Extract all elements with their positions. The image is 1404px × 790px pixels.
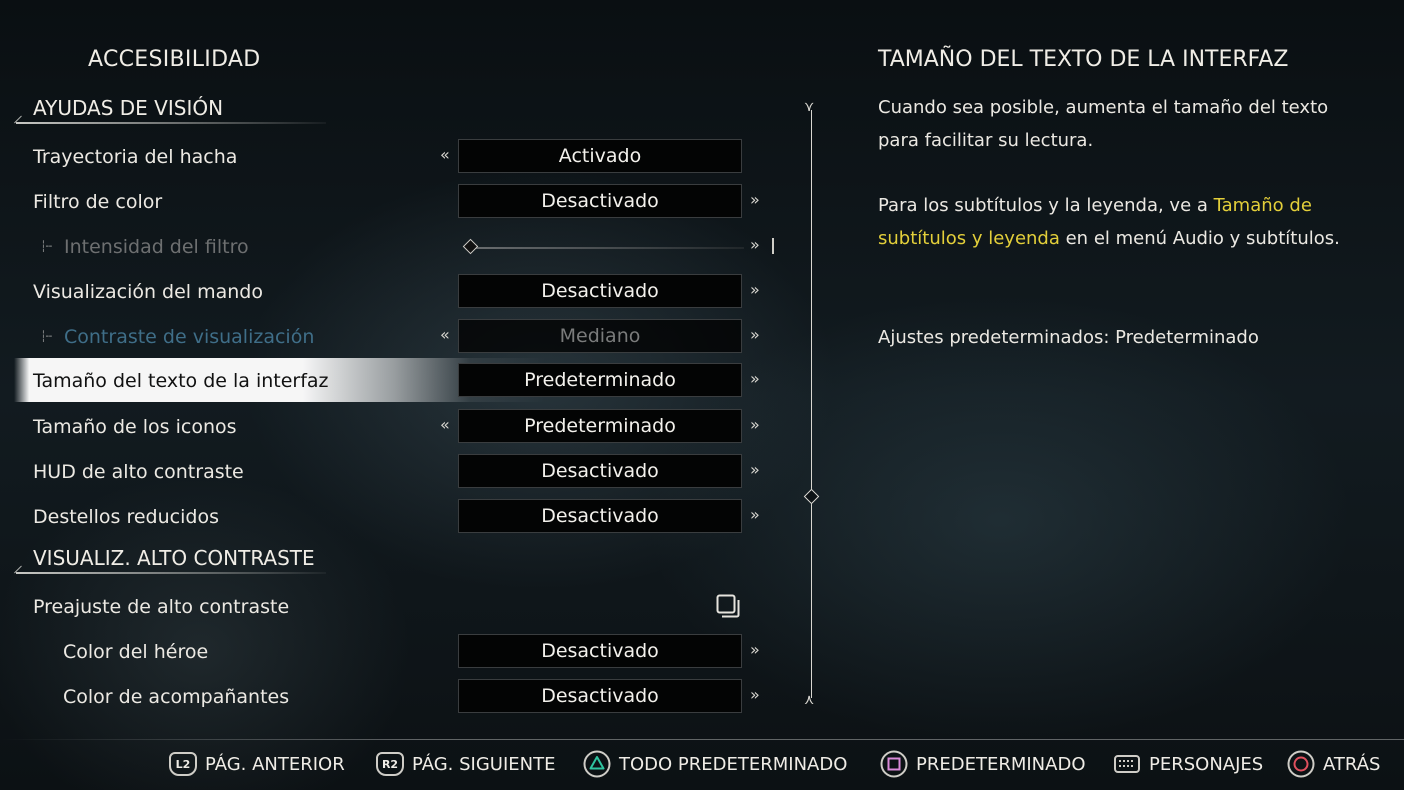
- description-text: Para los subtítulos y la leyenda, ve a: [878, 195, 1214, 216]
- arrow-left-icon[interactable]: «: [440, 415, 450, 434]
- slider-track[interactable]: [472, 247, 744, 249]
- setting-value: Predeterminado: [458, 363, 742, 397]
- description-title: TAMAÑO DEL TEXTO DE LA INTERFAZ: [878, 47, 1289, 72]
- hint-prev-page[interactable]: L2 PÁG. ANTERIOR: [169, 750, 345, 778]
- setting-value: Mediano: [458, 319, 742, 353]
- setting-value: Desactivado: [458, 184, 742, 218]
- page-title: ACCESIBILIDAD: [88, 47, 261, 72]
- slider-max-marker: [772, 238, 774, 254]
- scrollbar-thumb[interactable]: [803, 488, 820, 505]
- section-divider: [16, 572, 326, 574]
- section-header-high-contrast: VISUALIZ. ALTO CONTRASTE: [33, 546, 315, 570]
- arrow-left-icon[interactable]: «: [440, 325, 450, 344]
- setting-value: Desactivado: [458, 634, 742, 668]
- scrollbar-bottom-cap: ⋏: [804, 692, 815, 708]
- setting-color-filter[interactable]: Filtro de color Desactivado »: [0, 181, 790, 225]
- setting-value: Desactivado: [458, 679, 742, 713]
- scrollbar-track[interactable]: [811, 110, 812, 698]
- arrow-right-icon[interactable]: »: [750, 460, 760, 479]
- description-text: en el menú Audio y subtítulos.: [1059, 227, 1340, 249]
- setting-label: Trayectoria del hacha: [33, 146, 238, 168]
- circle-icon: [1287, 750, 1315, 778]
- setting-label: Tamaño de los iconos: [33, 416, 237, 438]
- setting-controller-display[interactable]: Visualización del mando Desactivado »: [0, 271, 790, 315]
- touchpad-icon: [1114, 755, 1140, 773]
- hint-label: PÁG. SIGUIENTE: [412, 753, 556, 775]
- arrow-right-icon[interactable]: »: [750, 640, 760, 659]
- description-paragraph: Para los subtítulos y la leyenda, ve a T…: [878, 190, 1348, 255]
- triangle-icon: [583, 750, 611, 778]
- sub-item-icon: ┆╌: [40, 330, 52, 343]
- setting-high-contrast-hud[interactable]: HUD de alto contraste Desactivado »: [0, 451, 790, 495]
- setting-high-contrast-preset[interactable]: Preajuste de alto contraste: [0, 586, 790, 630]
- hint-label: PERSONAJES: [1149, 753, 1264, 775]
- footer-divider: [0, 739, 1404, 740]
- accessibility-menu: ACCESIBILIDAD AYUDAS DE VISIÓN Trayector…: [0, 0, 1404, 790]
- l2-button-icon: L2: [169, 752, 197, 776]
- hint-all-default[interactable]: TODO PREDETERMINADO: [583, 750, 847, 778]
- setting-value: Activado: [458, 139, 742, 173]
- description-defaults: Ajustes predeterminados: Predeterminado: [878, 327, 1259, 348]
- setting-value: Desactivado: [458, 454, 742, 488]
- description-paragraph: Cuando sea posible, aumenta el tamaño de…: [878, 97, 1329, 151]
- sub-item-icon: ┆╌: [40, 240, 52, 253]
- setting-icon-size[interactable]: Tamaño de los iconos « Predeterminado »: [0, 406, 790, 450]
- setting-label: Filtro de color: [33, 191, 163, 213]
- arrow-right-icon[interactable]: »: [750, 685, 760, 704]
- setting-ui-text-size[interactable]: Tamaño del texto de la interfaz Predeter…: [14, 358, 774, 402]
- setting-label: Contraste de visualización: [64, 326, 315, 348]
- setting-label: Destellos reducidos: [33, 506, 219, 528]
- slider-handle[interactable]: [462, 238, 479, 255]
- r2-button-icon: R2: [376, 752, 404, 776]
- section-divider: [16, 122, 326, 124]
- setting-label: Color del héroe: [63, 641, 209, 663]
- setting-label: Preajuste de alto contraste: [33, 596, 290, 618]
- scrollbar-top-cap: ⋎: [804, 99, 815, 115]
- hint-default[interactable]: PREDETERMINADO: [880, 750, 1086, 778]
- setting-label: Tamaño del texto de la interfaz: [33, 370, 329, 392]
- hint-next-page[interactable]: R2 PÁG. SIGUIENTE: [376, 750, 555, 778]
- arrow-right-icon[interactable]: »: [750, 369, 760, 388]
- hint-characters[interactable]: PERSONAJES: [1113, 750, 1263, 778]
- setting-value: Predeterminado: [458, 409, 742, 443]
- hint-label: ATRÁS: [1323, 753, 1381, 775]
- square-icon: [880, 750, 908, 778]
- arrow-right-icon[interactable]: »: [750, 190, 760, 209]
- setting-value: Desactivado: [458, 499, 742, 533]
- arrow-right-icon[interactable]: »: [750, 505, 760, 524]
- setting-reduced-flashes[interactable]: Destellos reducidos Desactivado »: [0, 496, 790, 540]
- hint-label: PÁG. ANTERIOR: [205, 753, 345, 775]
- setting-label: Intensidad del filtro: [64, 236, 249, 258]
- arrow-right-icon[interactable]: »: [750, 415, 760, 434]
- preset-icon[interactable]: [716, 594, 740, 618]
- arrow-right-icon[interactable]: »: [750, 280, 760, 299]
- setting-display-contrast[interactable]: ┆╌ Contraste de visualización « Mediano …: [0, 316, 790, 360]
- hint-label: PREDETERMINADO: [916, 753, 1086, 775]
- arrow-right-icon[interactable]: »: [750, 235, 760, 254]
- hint-label: TODO PREDETERMINADO: [619, 753, 848, 775]
- setting-label: HUD de alto contraste: [33, 461, 244, 483]
- setting-label: Color de acompañantes: [63, 686, 290, 708]
- section-header-vision: AYUDAS DE VISIÓN: [33, 96, 224, 120]
- hint-back[interactable]: ATRÁS: [1287, 750, 1380, 778]
- setting-companion-color[interactable]: Color de acompañantes Desactivado »: [0, 676, 790, 720]
- arrow-right-icon[interactable]: »: [750, 325, 760, 344]
- setting-axe-trajectory[interactable]: Trayectoria del hacha « Activado: [0, 136, 790, 180]
- arrow-left-icon[interactable]: «: [440, 145, 450, 164]
- setting-hero-color[interactable]: Color del héroe Desactivado »: [0, 631, 790, 675]
- setting-filter-intensity[interactable]: ┆╌ Intensidad del filtro »: [0, 226, 790, 270]
- setting-value: Desactivado: [458, 274, 742, 308]
- setting-label: Visualización del mando: [33, 281, 263, 303]
